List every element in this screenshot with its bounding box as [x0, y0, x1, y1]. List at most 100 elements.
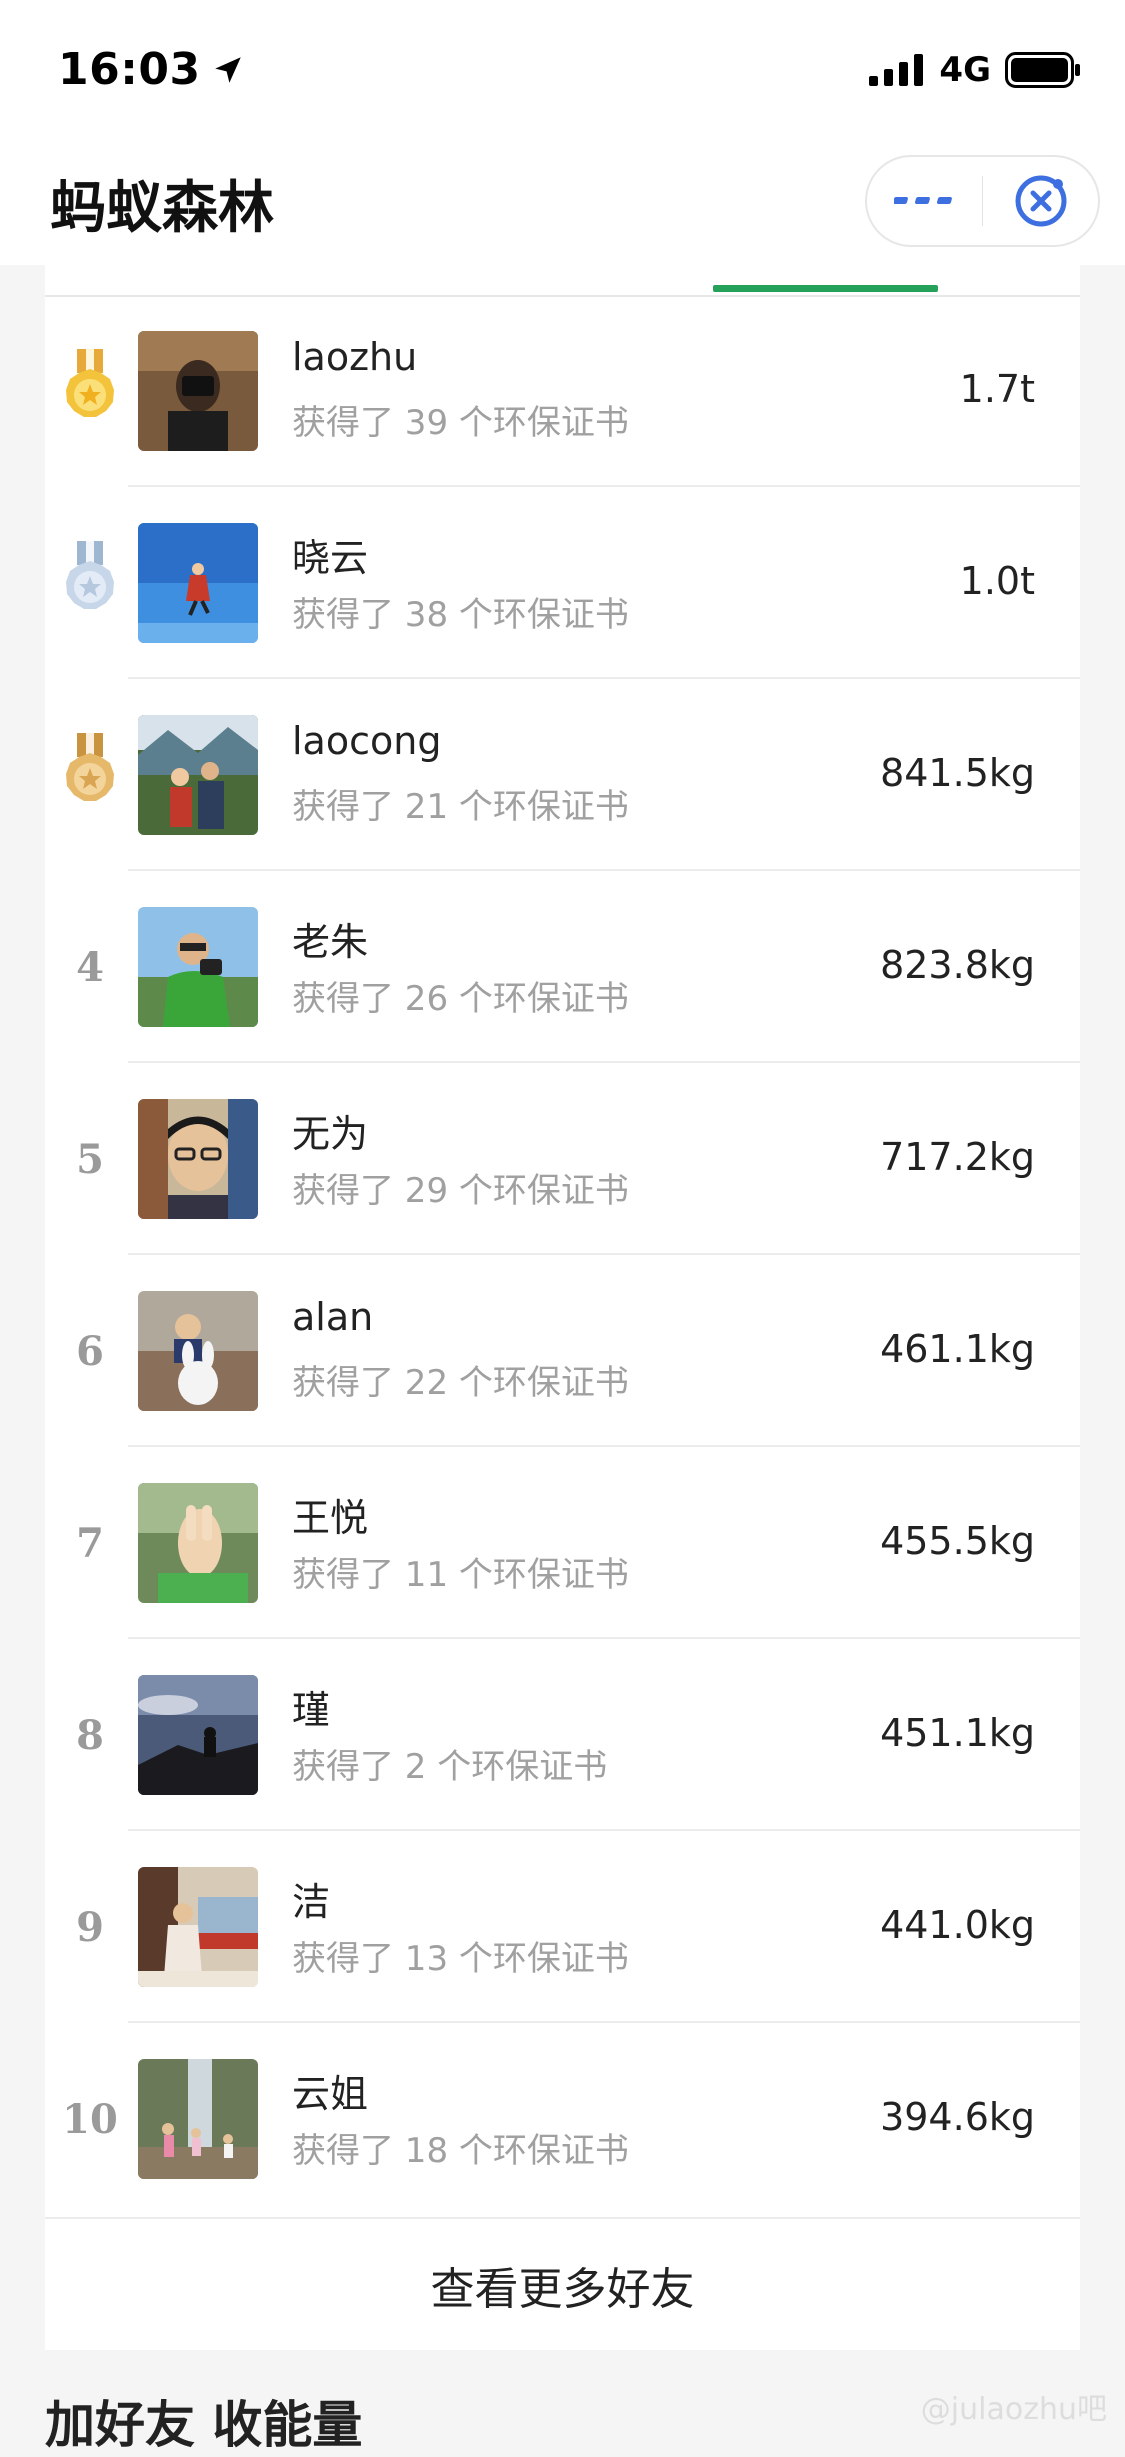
add-friends-section-title: 加好友 收能量 [45, 2396, 363, 2454]
friend-name: 王悦 [292, 1496, 369, 1540]
ranking-row[interactable]: laozhu 获得了 39 个环保证书 1.7t [45, 295, 1080, 487]
friend-name: 瑾 [292, 1688, 331, 1732]
rank-cell [45, 487, 135, 679]
ranking-row[interactable]: 9 洁 获得了 13 个环保证书 441.0kg [45, 1831, 1080, 2023]
avatar-photo [138, 715, 258, 835]
friend-name: alan [292, 1295, 374, 1339]
friend-name: 云姐 [292, 2072, 369, 2116]
energy-amount: 455.5kg [880, 1519, 1035, 1563]
gold-medal-icon [66, 349, 114, 417]
avatar[interactable] [138, 1483, 258, 1603]
energy-amount: 394.6kg [880, 2095, 1035, 2139]
energy-amount: 1.0t [959, 559, 1035, 603]
avatar-photo [138, 1291, 258, 1411]
rank-number: 9 [76, 1903, 104, 1951]
energy-amount: 717.2kg [880, 1135, 1035, 1179]
avatar[interactable] [138, 1675, 258, 1795]
bronze-medal-icon [66, 733, 114, 801]
ranking-row[interactable]: 6 alan 获得了 22 个环保证书 461.1kg [45, 1255, 1080, 1447]
ranking-row[interactable]: 10 云姐 获得了 18 个环保证书 394.6kg [45, 2023, 1080, 2215]
certificate-count: 获得了 2 个环保证书 [292, 1747, 608, 1787]
avatar[interactable] [138, 1099, 258, 1219]
rank-cell: 7 [45, 1447, 135, 1639]
certificate-count: 获得了 21 个环保证书 [292, 787, 629, 827]
certificate-count: 获得了 38 个环保证书 [292, 595, 629, 635]
avatar[interactable] [138, 2059, 258, 2179]
ranking-row[interactable]: 7 王悦 获得了 11 个环保证书 455.5kg [45, 1447, 1080, 1639]
energy-amount: 461.1kg [880, 1327, 1035, 1371]
friend-name: laozhu [292, 335, 418, 379]
ranking-row[interactable]: 5 无为 获得了 29 个环保证书 717.2kg [45, 1063, 1080, 1255]
avatar[interactable] [138, 331, 258, 451]
avatar-photo [138, 1483, 258, 1603]
navigation-bar: 蚂蚁森林 [0, 135, 1125, 265]
page-title: 蚂蚁森林 [50, 176, 274, 241]
energy-amount: 441.0kg [880, 1903, 1035, 1947]
friend-name: 洁 [292, 1880, 331, 1924]
close-target-icon [1015, 175, 1067, 227]
certificate-count: 获得了 29 个环保证书 [292, 1171, 629, 1211]
cellular-signal-icon [869, 54, 924, 86]
status-indicators: 4G [869, 50, 1081, 90]
status-time-text: 16:03 [58, 44, 201, 95]
status-time: 16:03 [58, 44, 245, 95]
energy-amount: 823.8kg [880, 943, 1035, 987]
more-dots-icon [894, 197, 953, 204]
silver-medal-icon [66, 541, 114, 609]
rank-cell: 8 [45, 1639, 135, 1831]
rank-cell: 10 [45, 2023, 135, 2215]
avatar[interactable] [138, 1867, 258, 1987]
certificate-count: 获得了 26 个环保证书 [292, 979, 629, 1019]
energy-amount: 451.1kg [880, 1711, 1035, 1755]
certificate-count: 获得了 18 个环保证书 [292, 2131, 629, 2171]
rank-cell: 6 [45, 1255, 135, 1447]
view-more-friends-label: 查看更多好友 [430, 2263, 695, 2315]
avatar[interactable] [138, 1291, 258, 1411]
friend-name: 无为 [292, 1112, 369, 1156]
ranking-row[interactable]: 4 老朱 获得了 26 个环保证书 823.8kg [45, 871, 1080, 1063]
avatar-photo [138, 1099, 258, 1219]
rank-number: 5 [76, 1135, 104, 1183]
certificate-count: 获得了 39 个环保证书 [292, 403, 629, 443]
energy-amount: 1.7t [959, 367, 1035, 411]
certificate-count: 获得了 13 个环保证书 [292, 1939, 629, 1979]
avatar-photo [138, 907, 258, 1027]
active-tab-indicator [713, 285, 938, 292]
avatar-photo [138, 2059, 258, 2179]
network-type-label: 4G [939, 50, 991, 90]
friends-ranking-list: laozhu 获得了 39 个环保证书 1.7t 晓云 获得了 38 个环保证书… [45, 265, 1080, 2350]
friend-name: laocong [292, 719, 442, 763]
close-mini-program-button[interactable] [983, 157, 1098, 245]
rank-number: 8 [76, 1711, 104, 1759]
watermark: @julaozhu吧 [920, 2392, 1107, 2427]
rank-number: 6 [76, 1327, 104, 1375]
avatar-photo [138, 331, 258, 451]
avatar-photo [138, 1675, 258, 1795]
avatar-photo [138, 1867, 258, 1987]
avatar[interactable] [138, 523, 258, 643]
mini-program-capsule [865, 155, 1100, 247]
rank-number: 10 [62, 2095, 118, 2143]
status-bar: 16:03 4G [0, 0, 1125, 135]
ranking-row[interactable]: 晓云 获得了 38 个环保证书 1.0t [45, 487, 1080, 679]
certificate-count: 获得了 22 个环保证书 [292, 1363, 629, 1403]
rank-cell [45, 295, 135, 487]
avatar[interactable] [138, 907, 258, 1027]
rank-number: 7 [76, 1519, 104, 1567]
rank-cell: 9 [45, 1831, 135, 2023]
view-more-friends-button[interactable]: 查看更多好友 [45, 2217, 1080, 2350]
ranking-tab-strip [45, 265, 1080, 297]
avatar[interactable] [138, 715, 258, 835]
rank-cell: 5 [45, 1063, 135, 1255]
rank-number: 4 [76, 943, 104, 991]
friend-name: 老朱 [292, 920, 369, 964]
friend-name: 晓云 [292, 536, 369, 580]
ranking-row[interactable]: 8 瑾 获得了 2 个环保证书 451.1kg [45, 1639, 1080, 1831]
ranking-row[interactable]: laocong 获得了 21 个环保证书 841.5kg [45, 679, 1080, 871]
battery-icon [1005, 52, 1080, 88]
certificate-count: 获得了 11 个环保证书 [292, 1555, 629, 1595]
rank-cell [45, 679, 135, 871]
more-options-button[interactable] [867, 157, 982, 245]
location-arrow-icon [214, 56, 241, 83]
energy-amount: 841.5kg [880, 751, 1035, 795]
